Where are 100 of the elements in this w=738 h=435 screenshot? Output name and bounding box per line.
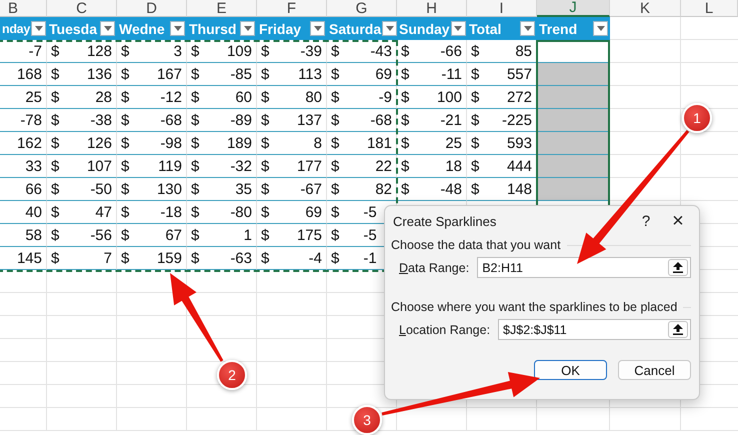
trend-cell[interactable] xyxy=(537,63,610,86)
cell-value: 145 xyxy=(16,250,42,266)
group-heading: Choose where you want the sparklines to be placed xyxy=(391,300,678,314)
column-header[interactable]: H xyxy=(397,0,467,17)
column-header[interactable]: D xyxy=(117,0,187,17)
header-label: Tuesda xyxy=(49,20,98,36)
trend-cell[interactable] xyxy=(537,132,610,155)
collapse-dialog-button[interactable] xyxy=(668,321,688,338)
dialog-button[interactable]: OK xyxy=(534,360,607,380)
currency-symbol: $ xyxy=(261,112,270,128)
currency-symbol: $ xyxy=(471,180,480,198)
column-header[interactable]: C xyxy=(47,0,117,17)
currency-symbol: $ xyxy=(331,180,340,198)
currency-symbol: $ xyxy=(121,158,130,174)
column-header[interactable]: B xyxy=(0,0,47,17)
currency-symbol: $ xyxy=(191,88,200,106)
close-button[interactable]: × xyxy=(665,210,691,232)
cell-value: -43 xyxy=(370,42,392,60)
header-label: Sunday xyxy=(399,20,450,36)
upload-arrow-icon xyxy=(673,324,683,335)
trend-cell[interactable] xyxy=(537,178,610,201)
cell-value: 136 xyxy=(86,66,112,82)
trend-cell[interactable] xyxy=(537,109,610,132)
dropdown-arrow-icon xyxy=(314,26,322,31)
collapse-dialog-button[interactable] xyxy=(668,259,688,276)
cell-value: -48 xyxy=(440,180,462,198)
dropdown-arrow-icon xyxy=(104,26,112,31)
cell-value: -80 xyxy=(230,204,252,220)
currency-symbol: $ xyxy=(191,66,200,82)
range-field[interactable]: $J$2:$J$11 xyxy=(498,319,691,340)
cell-value: -4 xyxy=(308,250,322,266)
cell-value: 181 xyxy=(366,134,392,152)
cell-value: 40 xyxy=(25,204,42,220)
cell-value: 159 xyxy=(156,250,182,266)
cell-value: 175 xyxy=(296,226,322,244)
trend-cell[interactable] xyxy=(537,86,610,109)
currency-symbol: $ xyxy=(331,158,340,174)
field-label: Data Range: xyxy=(399,260,470,274)
cell-value: -9 xyxy=(378,88,392,106)
column-header[interactable]: L xyxy=(681,0,738,17)
cell-value: 130 xyxy=(156,180,182,198)
dropdown-arrow-icon xyxy=(34,26,42,31)
cell-value: -38 xyxy=(90,112,112,128)
cell-value: 47 xyxy=(95,204,112,220)
currency-symbol: $ xyxy=(51,88,60,106)
cell-value: 128 xyxy=(86,42,112,60)
cell-value: 107 xyxy=(86,158,112,174)
header-label: Thursd xyxy=(189,20,238,36)
currency-symbol: $ xyxy=(331,134,340,152)
filter-button[interactable] xyxy=(310,21,325,36)
filter-button[interactable] xyxy=(450,21,466,36)
filter-button[interactable] xyxy=(382,21,398,36)
cell-value: 444 xyxy=(506,158,532,174)
column-header[interactable]: K xyxy=(610,0,681,17)
cell-value: 25 xyxy=(445,134,462,152)
column-header[interactable]: F xyxy=(257,0,327,17)
cell-value: 25 xyxy=(25,88,42,106)
currency-symbol: $ xyxy=(471,42,480,60)
filter-button[interactable] xyxy=(100,21,115,36)
upload-arrow-icon xyxy=(673,262,683,273)
column-header[interactable]: E xyxy=(187,0,257,17)
cell-value: -1 xyxy=(363,250,377,266)
column-header[interactable]: J xyxy=(537,0,610,17)
currency-symbol: $ xyxy=(51,42,60,60)
currency-symbol: $ xyxy=(121,250,130,266)
cell-value: 58 xyxy=(25,226,42,244)
filter-button[interactable] xyxy=(520,21,535,36)
cell-value: 126 xyxy=(86,134,112,152)
currency-symbol: $ xyxy=(471,66,480,82)
currency-symbol: $ xyxy=(121,204,130,220)
cell-value: 18 xyxy=(445,158,462,174)
cell-value: 33 xyxy=(25,158,42,174)
dialog-button[interactable]: Cancel xyxy=(618,360,691,380)
currency-symbol: $ xyxy=(191,180,200,198)
filter-button[interactable] xyxy=(593,21,608,36)
filter-button[interactable] xyxy=(240,21,255,36)
column-header[interactable]: I xyxy=(467,0,537,17)
cell-value: 80 xyxy=(305,88,322,106)
cell-value: -50 xyxy=(90,180,112,198)
currency-symbol: $ xyxy=(51,250,60,266)
help-button[interactable]: ? xyxy=(633,212,659,230)
currency-symbol: $ xyxy=(121,42,130,60)
cell-value: -63 xyxy=(230,250,252,266)
cell-value: 3 xyxy=(174,42,182,60)
filter-button[interactable] xyxy=(170,21,185,36)
cell-value: 119 xyxy=(158,158,182,174)
currency-symbol: $ xyxy=(401,180,410,198)
column-header[interactable]: G xyxy=(327,0,397,17)
cell-value: 189 xyxy=(226,134,252,152)
currency-symbol: $ xyxy=(191,134,200,152)
cell-value: -7 xyxy=(28,42,42,60)
currency-symbol: $ xyxy=(331,66,340,82)
range-field[interactable]: B2:H11 xyxy=(477,257,691,278)
currency-symbol: $ xyxy=(261,204,270,220)
cell-value: -68 xyxy=(370,112,392,128)
filter-button[interactable] xyxy=(31,21,46,36)
currency-symbol: $ xyxy=(121,134,130,152)
group-heading: Choose the data that you want xyxy=(391,238,561,252)
currency-symbol: $ xyxy=(51,66,60,82)
trend-cell[interactable] xyxy=(537,155,610,178)
